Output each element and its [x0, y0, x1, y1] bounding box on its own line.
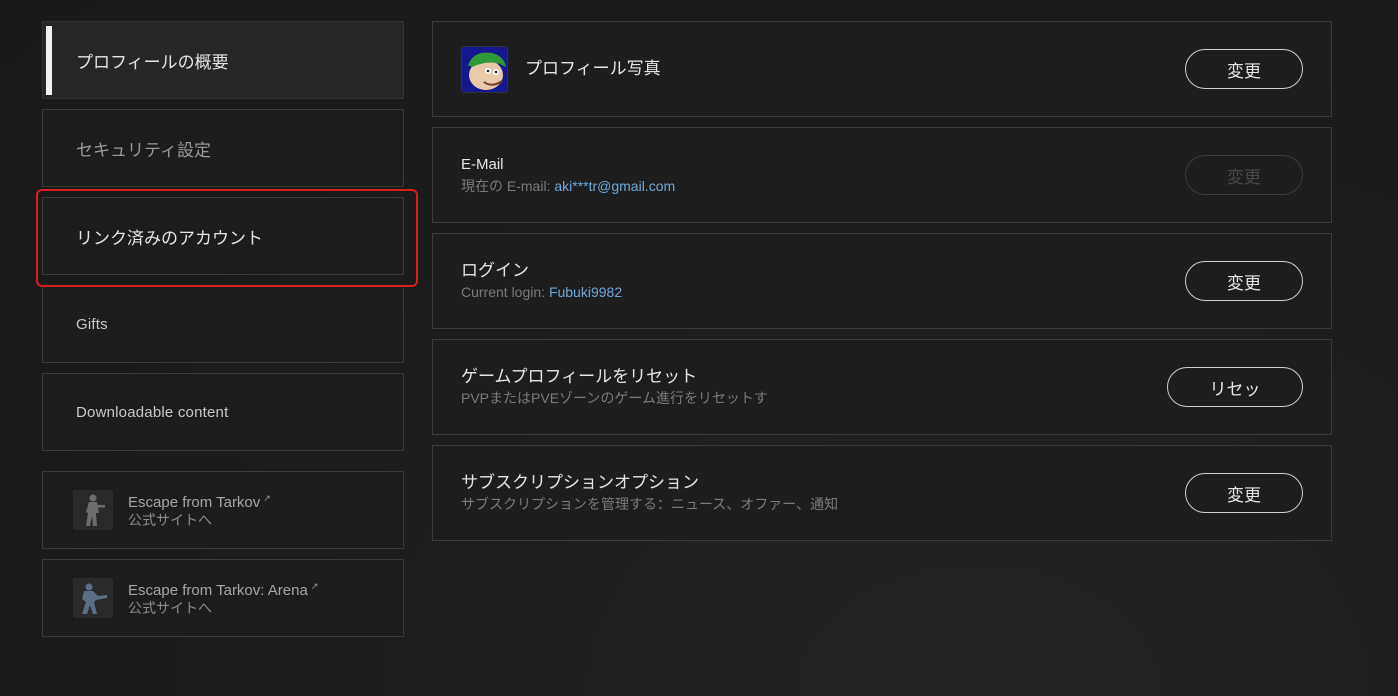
external-link-tarkov[interactable]: Escape from Tarkov ↗ 公式サイトへ: [42, 471, 404, 549]
sidebar-item-label: Gifts: [76, 315, 108, 333]
sidebar-item-label: セキュリティ設定: [76, 140, 211, 161]
sidebar-item-label: Downloadable content: [76, 403, 229, 421]
card-title: ゲームプロフィールをリセット: [461, 367, 698, 387]
reset-profile-button[interactable]: リセッ: [1167, 367, 1303, 407]
card-title: プロフィール写真: [525, 59, 661, 79]
external-link-icon: ↗: [310, 581, 319, 591]
login-value: Fubuki9982: [548, 284, 623, 300]
change-login-button[interactable]: 変更: [1185, 261, 1303, 301]
card-subtitle: PVPまたはPVEゾーンのゲーム進行をリセットす: [461, 390, 768, 406]
card-subtitle: 現在の E-mail: aki***tr@gmail.com: [461, 178, 676, 194]
sidebar-item-security-settings[interactable]: セキュリティ設定: [42, 109, 404, 187]
login-card: ログイン Current login: Fubuki9982 変更: [432, 233, 1332, 329]
card-title: サブスクリプションオプション: [461, 473, 699, 493]
sidebar-item-profile-overview[interactable]: プロフィールの概要: [42, 21, 404, 99]
external-link-title: Escape from Tarkov: Arena ↗: [128, 581, 319, 599]
sidebar-item-gifts[interactable]: Gifts: [42, 285, 404, 363]
external-link-icon: ↗: [263, 493, 271, 503]
arena-soldier-icon: [73, 578, 113, 618]
sidebar-item-label: プロフィールの概要: [76, 52, 229, 73]
subscription-card: サブスクリプションオプション サブスクリプションを管理する：ニュース、オファー、…: [432, 445, 1332, 541]
sidebar-item-linked-accounts[interactable]: リンク済みのアカウント: [42, 197, 404, 275]
sidebar-item-downloadable-content[interactable]: Downloadable content: [42, 373, 404, 451]
card-title: ログイン: [461, 261, 529, 281]
profile-photo-card: プロフィール写真 変更: [432, 21, 1332, 117]
card-title: E-Mail: [461, 156, 504, 173]
avatar: [461, 45, 508, 93]
soldier-icon: [73, 490, 113, 530]
email-value: aki***tr@gmail.com: [554, 178, 676, 194]
email-card: E-Mail 現在の E-mail: aki***tr@gmail.com 変更: [432, 127, 1332, 223]
external-link-subtitle: 公式サイトへ: [128, 513, 212, 529]
change-email-button[interactable]: 変更: [1185, 155, 1303, 195]
reset-profile-card: ゲームプロフィールをリセット PVPまたはPVEゾーンのゲーム進行をリセットす …: [432, 339, 1332, 435]
card-subtitle: サブスクリプションを管理する：ニュース、オファー、通知: [461, 496, 839, 512]
sidebar-item-label: リンク済みのアカウント: [76, 228, 263, 249]
change-photo-button[interactable]: 変更: [1185, 49, 1303, 89]
external-link-title: Escape from Tarkov ↗: [128, 493, 271, 511]
external-link-tarkov-arena[interactable]: Escape from Tarkov: Arena ↗ 公式サイトへ: [42, 559, 404, 637]
card-subtitle: Current login: Fubuki9982: [461, 284, 623, 300]
external-link-subtitle: 公式サイトへ: [128, 601, 212, 617]
change-subscription-button[interactable]: 変更: [1185, 473, 1303, 513]
